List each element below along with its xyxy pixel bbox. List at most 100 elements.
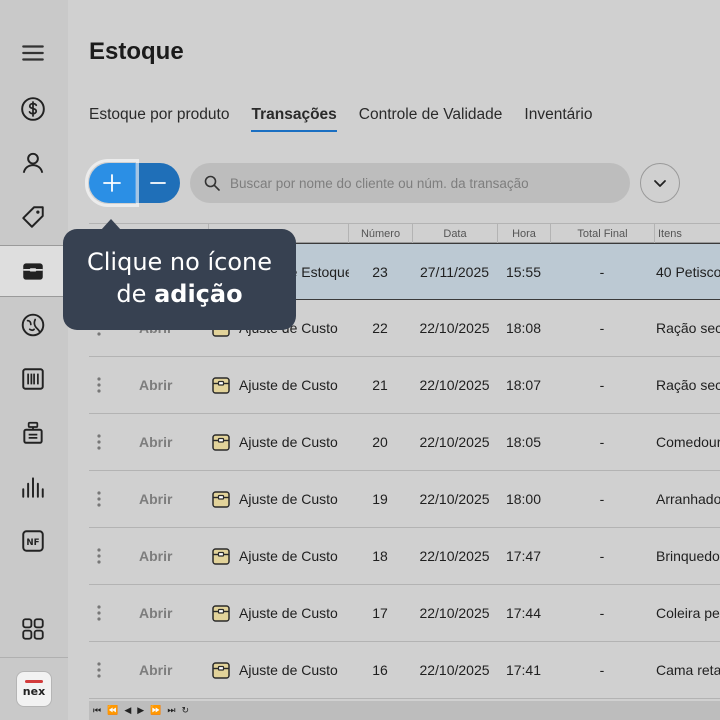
next-page-icon[interactable]: ▶	[137, 706, 144, 716]
sidebar-divider	[0, 657, 68, 658]
row-type-label: Ajuste de Custo	[239, 662, 338, 678]
row-menu-button[interactable]	[89, 471, 109, 527]
search-bar[interactable]	[190, 163, 630, 203]
row-number: 17	[372, 605, 388, 621]
add-remove-group	[89, 163, 180, 203]
table-row[interactable]: Abrir Ajuste de Custo 19 22/10/2025 18:00 - Ar…	[89, 471, 720, 528]
box-icon	[212, 548, 230, 565]
kebab-menu-icon	[97, 605, 101, 621]
pagination-bar: ⏮ ⏪ ◀ ▶ ⏩ ⏭ ↻	[89, 701, 720, 720]
row-time: 15:55	[505, 264, 542, 280]
tab-transactions[interactable]: Transações	[251, 106, 337, 132]
box-icon	[212, 491, 230, 508]
nex-logo[interactable]: nex	[16, 671, 52, 707]
clipboard-icon[interactable]	[14, 414, 52, 452]
row-number: 16	[372, 662, 388, 678]
row-time: 18:05	[505, 434, 542, 450]
row-type: Ajuste de Custo	[211, 528, 349, 584]
row-time: 17:44	[505, 605, 542, 621]
minus-icon	[150, 182, 166, 184]
logo-text: nex	[22, 685, 46, 698]
box-icon	[212, 662, 230, 679]
row-type-label: Ajuste de Custo	[239, 434, 338, 450]
row-number: 19	[372, 491, 388, 507]
add-button[interactable]	[89, 163, 135, 203]
tab-expiry-control[interactable]: Controle de Validade	[359, 106, 503, 132]
row-date: 22/10/2025	[419, 320, 490, 336]
kebab-menu-icon	[97, 434, 101, 450]
row-open-link[interactable]: Abrir	[139, 414, 179, 470]
table-row[interactable]: Abrir Ajuste de Custo 18 22/10/2025 17:47 - Br…	[89, 528, 720, 585]
row-type-label: Ajuste de Custo	[239, 605, 338, 621]
table-row[interactable]: Abrir Ajuste de Custo 20 22/10/2025 18:05 - Co…	[89, 414, 720, 471]
row-open-link[interactable]: Abrir	[139, 528, 179, 584]
tooltip-line-2-bold: adição	[154, 280, 243, 308]
first-page-icon[interactable]: ⏮	[93, 706, 101, 716]
search-input[interactable]	[230, 175, 610, 191]
expand-filters-button[interactable]	[640, 163, 680, 203]
row-date: 27/11/2025	[419, 264, 490, 280]
row-number: 22	[372, 320, 388, 336]
row-time: 18:00	[505, 491, 542, 507]
page-title: Estoque	[89, 38, 184, 65]
row-total: -	[599, 434, 605, 450]
dollar-icon[interactable]	[14, 90, 52, 128]
sidebar: NF nex	[0, 0, 70, 720]
tab-inventory[interactable]: Inventário	[524, 106, 592, 132]
tooltip-line-1: Clique no ícone	[87, 248, 272, 276]
row-items: Ração seca	[656, 320, 720, 336]
search-icon	[204, 175, 220, 191]
row-date: 22/10/2025	[419, 548, 490, 564]
box-icon	[212, 434, 230, 451]
row-type: Ajuste de Custo	[211, 585, 349, 641]
row-number: 23	[372, 264, 388, 280]
row-items: Arranhador	[656, 491, 720, 507]
row-menu-button[interactable]	[89, 585, 109, 641]
table-row[interactable]: Abrir Ajuste de Custo 17 22/10/2025 17:44 - Co…	[89, 585, 720, 642]
prev-page-group-icon[interactable]: ⏪	[107, 706, 118, 716]
row-open-link[interactable]: Abrir	[139, 585, 179, 641]
table-row[interactable]: Abrir Ajuste de Custo 21 22/10/2025 18:07 - Ra…	[89, 357, 720, 414]
nf-icon[interactable]: NF	[14, 522, 52, 560]
row-total: -	[599, 264, 605, 280]
chart-icon[interactable]	[14, 468, 52, 506]
menu-icon[interactable]	[14, 34, 52, 72]
row-date: 22/10/2025	[419, 434, 490, 450]
box-icon	[212, 605, 230, 622]
row-time: 18:08	[505, 320, 542, 336]
tag-icon[interactable]	[14, 198, 52, 236]
row-time: 17:41	[505, 662, 542, 678]
row-open-link[interactable]: Abrir	[139, 642, 179, 698]
row-type-label: Ajuste de Custo	[239, 491, 338, 507]
apps-icon[interactable]	[14, 610, 52, 648]
main-content: Estoque Estoque por produto Transações C…	[68, 0, 720, 720]
row-menu-button[interactable]	[89, 642, 109, 698]
prev-page-icon[interactable]: ◀	[124, 706, 131, 716]
row-open-link[interactable]: Abrir	[139, 471, 179, 527]
refresh-icon[interactable]: ↻	[182, 706, 190, 716]
tab-stock-by-product[interactable]: Estoque por produto	[89, 106, 229, 132]
row-menu-button[interactable]	[89, 414, 109, 470]
row-open-link[interactable]: Abrir	[139, 357, 179, 413]
next-page-group-icon[interactable]: ⏩	[150, 706, 161, 716]
box-icon	[212, 377, 230, 394]
svg-text:NF: NF	[26, 538, 39, 548]
user-icon[interactable]	[14, 144, 52, 182]
table-row[interactable]: Abrir Ajuste de Custo 16 22/10/2025 17:41 - Ca…	[89, 642, 720, 699]
pet-icon[interactable]	[14, 306, 52, 344]
row-number: 18	[372, 548, 388, 564]
barcode-icon[interactable]	[14, 360, 52, 398]
remove-button[interactable]	[135, 163, 180, 203]
row-menu-button[interactable]	[89, 528, 109, 584]
row-total: -	[599, 548, 605, 564]
tooltip-line-2-prefix: de	[116, 280, 155, 308]
logo-bar	[25, 680, 43, 683]
last-page-icon[interactable]: ⏭	[167, 706, 175, 716]
box-icon[interactable]	[14, 252, 52, 290]
row-total: -	[599, 491, 605, 507]
row-total: -	[599, 377, 605, 393]
row-number: 21	[372, 377, 388, 393]
row-menu-button[interactable]	[89, 357, 109, 413]
row-total: -	[599, 320, 605, 336]
row-type: Ajuste de Custo	[211, 357, 349, 413]
